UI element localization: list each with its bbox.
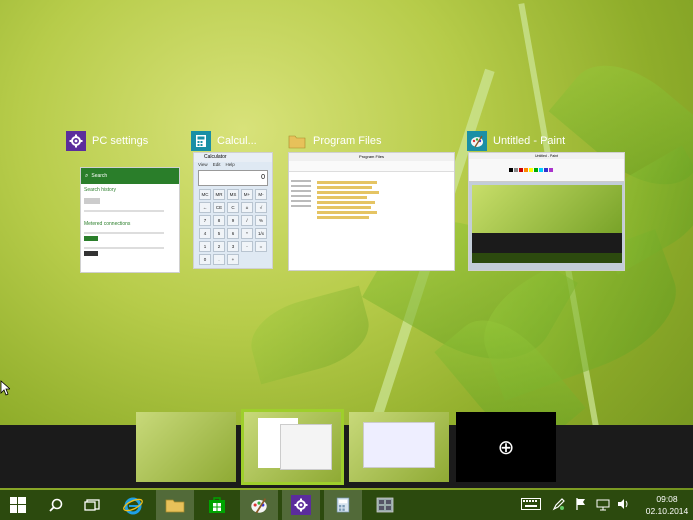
taskbar-paint[interactable] bbox=[240, 490, 278, 520]
taskbar-pc-settings[interactable] bbox=[282, 490, 320, 520]
taskview-window-pc-settings[interactable]: PC settings ⌕ Search Search history Mete… bbox=[66, 130, 181, 275]
window-title: Untitled - Paint bbox=[493, 135, 566, 147]
taskbar-ie[interactable] bbox=[114, 490, 152, 520]
virtual-desktop-3[interactable] bbox=[349, 412, 449, 482]
calc-key: % bbox=[255, 215, 267, 226]
flag-icon[interactable] bbox=[572, 495, 590, 513]
clock-time: 09:08 bbox=[656, 494, 678, 504]
calc-key: - bbox=[241, 241, 253, 252]
window-title: Program Files bbox=[313, 135, 382, 147]
taskview-window-paint[interactable]: Untitled - Paint Untitled - Paint bbox=[467, 130, 627, 275]
calc-key: 8 bbox=[213, 215, 225, 226]
paint-icon bbox=[467, 131, 487, 151]
network-status-icon[interactable] bbox=[594, 495, 612, 513]
add-desktop-button[interactable]: ⊕ bbox=[456, 412, 556, 482]
pen-icon[interactable] bbox=[550, 495, 568, 513]
task-view-icon bbox=[84, 499, 100, 511]
ie-icon bbox=[123, 497, 143, 515]
windows-logo-icon bbox=[10, 497, 26, 513]
calc-key: . bbox=[213, 254, 225, 265]
calc-key: 7 bbox=[199, 215, 211, 226]
calc-key: 3 bbox=[227, 241, 239, 252]
gear-icon bbox=[66, 131, 86, 151]
window-title: PC settings bbox=[92, 135, 149, 147]
start-button[interactable] bbox=[0, 490, 36, 520]
calculator-thumbnail: Calculator View Edit Help 0 MC MR MS M+ M- ← C… bbox=[193, 152, 273, 269]
taskbar-calculator[interactable] bbox=[324, 490, 362, 520]
calculator-icon bbox=[191, 131, 211, 151]
taskbar-network-app[interactable] bbox=[366, 490, 404, 520]
virtual-desktops-bar bbox=[0, 425, 693, 488]
window-title: Calcul... bbox=[217, 135, 257, 147]
calc-key: 1/x bbox=[255, 228, 267, 239]
clock-date: 02.10.2014 bbox=[645, 506, 689, 516]
keyboard-icon[interactable] bbox=[520, 495, 542, 513]
mouse-cursor-icon bbox=[0, 380, 10, 396]
calc-key: / bbox=[241, 215, 253, 226]
pc-settings-thumbnail: ⌕ Search Search history Metered connecti… bbox=[80, 167, 180, 273]
calc-key: MC bbox=[199, 189, 211, 200]
calc-key: * bbox=[241, 228, 253, 239]
calc-key: = bbox=[255, 241, 267, 252]
calc-key: MS bbox=[227, 189, 239, 200]
plus-icon: ⊕ bbox=[497, 436, 515, 459]
search-button[interactable] bbox=[40, 490, 72, 520]
calc-key: 2 bbox=[213, 241, 225, 252]
paint-thumbnail: Untitled - Paint bbox=[468, 152, 625, 271]
calc-key: √ bbox=[255, 202, 267, 213]
calc-key: C bbox=[227, 202, 239, 213]
taskview-window-calculator[interactable]: Calcul... Calculator View Edit Help 0 MC… bbox=[191, 130, 275, 275]
calc-key: 0 bbox=[199, 254, 211, 265]
taskbar: 09:08 02.10.2014 bbox=[0, 490, 693, 520]
paint-icon bbox=[251, 498, 267, 514]
task-view-button[interactable] bbox=[76, 490, 108, 520]
gear-icon bbox=[291, 495, 311, 515]
calc-key: 5 bbox=[213, 228, 225, 239]
taskbar-store[interactable] bbox=[198, 490, 236, 520]
file-explorer-icon bbox=[165, 499, 185, 513]
calc-key: ± bbox=[241, 202, 253, 213]
taskbar-file-explorer[interactable] bbox=[156, 490, 194, 520]
virtual-desktop-2[interactable] bbox=[241, 409, 344, 485]
search-icon: ⌕ bbox=[85, 172, 89, 179]
calc-key: ← bbox=[199, 202, 211, 213]
calc-key: MR bbox=[213, 189, 225, 200]
calc-key: 9 bbox=[227, 215, 239, 226]
network-icon bbox=[376, 497, 394, 513]
search-icon bbox=[49, 498, 63, 512]
clock[interactable]: 09:08 02.10.2014 bbox=[641, 490, 693, 520]
calc-key: CE bbox=[213, 202, 225, 213]
taskview-window-program-files[interactable]: Program Files Program Files bbox=[287, 130, 455, 275]
store-icon bbox=[209, 497, 225, 513]
folder-icon bbox=[287, 131, 307, 151]
calculator-icon bbox=[336, 497, 350, 513]
calc-key: M+ bbox=[241, 189, 253, 200]
calc-key: 4 bbox=[199, 228, 211, 239]
calc-key: M- bbox=[255, 189, 267, 200]
volume-icon[interactable] bbox=[614, 495, 632, 513]
calc-key: + bbox=[227, 254, 239, 265]
program-files-thumbnail: Program Files bbox=[288, 152, 455, 271]
calc-key: 6 bbox=[227, 228, 239, 239]
calc-key: 1 bbox=[199, 241, 211, 252]
virtual-desktop-1[interactable] bbox=[136, 412, 236, 482]
